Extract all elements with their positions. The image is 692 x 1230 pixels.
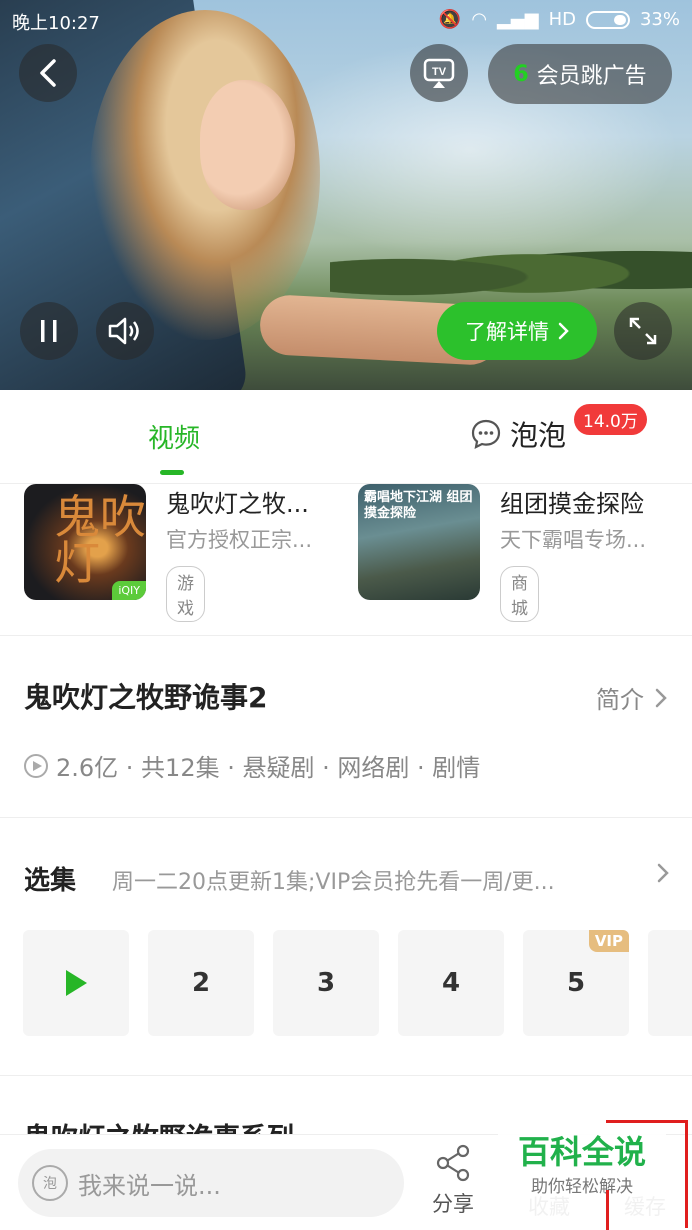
promo-title: 鬼吹灯之牧... (166, 490, 309, 518)
share-button[interactable]: 分享 (418, 1143, 488, 1218)
episode-button-vip[interactable]: 5 VIP (523, 930, 629, 1036)
episode-number: 3 (316, 968, 336, 998)
network-type: HD (548, 9, 576, 30)
promo-tag: 商城 (500, 566, 539, 622)
cast-tv-button[interactable]: TV (410, 44, 468, 102)
intro-label: 简介 (596, 686, 644, 714)
promo-tag: 游戏 (166, 566, 205, 622)
chevron-right-icon (558, 322, 569, 340)
comment-placeholder: 我来说一说... (78, 1171, 221, 1200)
learn-more-button[interactable]: 了解详情 (437, 302, 597, 360)
show-info: 鬼吹灯之牧野诡事2 简介 2.6亿 · 共12集 · 悬疑剧 · 网络剧 · 剧… (0, 636, 692, 818)
intro-link[interactable]: 简介 (596, 680, 668, 715)
episode-update-note[interactable]: 周一二20点更新1集;VIP会员抢先看一周/更... (112, 864, 642, 896)
episode-1-playing[interactable] (23, 930, 129, 1036)
promo-subtitle: 天下霸唱专场... (500, 528, 647, 552)
highlight-frame-edge (606, 1190, 609, 1230)
back-button[interactable] (19, 44, 77, 102)
episode-button-partial[interactable] (648, 930, 692, 1036)
promo-thumb-text: 鬼吹灯 (54, 490, 146, 590)
chat-bubble-icon (471, 419, 501, 449)
tab-bubble-label: 泡泡 (510, 419, 567, 452)
tv-cast-icon: TV (423, 58, 455, 88)
chevron-right-icon (655, 688, 667, 707)
learn-more-label: 了解详情 (465, 320, 549, 344)
promo-thumbnail: 霸唱地下江湖 组团摸金探险 (358, 484, 480, 600)
signal-icon: ▂▄▆ (497, 9, 539, 30)
show-title: 鬼吹灯之牧野诡事2 (24, 681, 268, 714)
fullscreen-button[interactable] (614, 302, 672, 360)
speaker-icon (108, 317, 139, 345)
episode-number: 2 (191, 968, 211, 998)
bubble-icon: 泡 (32, 1165, 68, 1201)
episode-number: 5 (566, 968, 586, 998)
pause-icon (41, 320, 57, 342)
status-time: 晚上10:27 (12, 13, 100, 34)
vip-skip-label: 会员跳广告 (536, 64, 647, 89)
episode-selector: 选集 周一二20点更新1集;VIP会员抢先看一周/更... 2 3 4 5 VI… (0, 818, 692, 1076)
battery-icon (585, 10, 630, 29)
share-icon (436, 1144, 470, 1182)
volume-button[interactable] (96, 302, 154, 360)
highlight-frame (606, 1120, 688, 1228)
video-player[interactable]: 晚上10:27 🔕 ◠ ▂▄▆ HD 33% TV 6 会员跳广告 了解详情 (0, 0, 692, 390)
chevron-left-icon (40, 59, 56, 87)
expand-icon (629, 317, 657, 345)
wifi-icon: ◠ (471, 9, 488, 30)
promo-row: 鬼吹灯 iQIY 鬼吹灯之牧... 官方授权正宗... 游戏 霸唱地下江湖 组团… (0, 484, 692, 636)
tab-bubble[interactable]: 泡泡 (470, 414, 566, 454)
status-bar: 晚上10:27 🔕 ◠ ▂▄▆ HD 33% (0, 0, 692, 40)
promo-subtitle: 官方授权正宗... (166, 528, 313, 552)
tab-video[interactable]: 视频 (148, 418, 200, 455)
chevron-right-icon[interactable] (656, 862, 670, 884)
status-indicators: 🔕 ◠ ▂▄▆ HD 33% (439, 9, 680, 30)
episode-button[interactable]: 2 (148, 930, 254, 1036)
promo-thumb-text: 霸唱地下江湖 组团摸金探险 (364, 490, 473, 521)
iqiyi-logo: iQIY (112, 581, 146, 600)
bubble-count-badge: 14.0万 (574, 404, 647, 435)
vip-badge: VIP (588, 930, 629, 952)
video-frame-trees (330, 235, 692, 305)
vip-skip-ad-button[interactable]: 6 会员跳广告 (488, 44, 672, 104)
show-meta-text: 2.6亿 · 共12集 · 悬疑剧 · 网络剧 · 剧情 (56, 754, 481, 782)
episode-button[interactable]: 4 (398, 930, 504, 1036)
play-icon (66, 970, 87, 996)
episode-button[interactable]: 3 (273, 930, 379, 1036)
pause-button[interactable] (20, 302, 78, 360)
ad-countdown: 6 (513, 61, 529, 87)
comment-input[interactable]: 泡 我来说一说... (18, 1149, 404, 1217)
show-meta: 2.6亿 · 共12集 · 悬疑剧 · 网络剧 · 剧情 (24, 748, 480, 783)
active-tab-indicator (160, 470, 184, 475)
mute-icon: 🔕 (438, 9, 462, 30)
promo-title: 组团摸金探险 (500, 490, 644, 518)
play-count-icon (24, 753, 48, 778)
svg-text:TV: TV (432, 66, 447, 78)
episode-heading: 选集 (24, 866, 77, 896)
episode-number: 4 (441, 968, 461, 998)
promo-thumbnail: 鬼吹灯 iQIY (24, 484, 146, 600)
share-label: 分享 (432, 1192, 474, 1216)
battery-percent: 33% (639, 9, 680, 30)
video-frame-face (200, 80, 295, 210)
